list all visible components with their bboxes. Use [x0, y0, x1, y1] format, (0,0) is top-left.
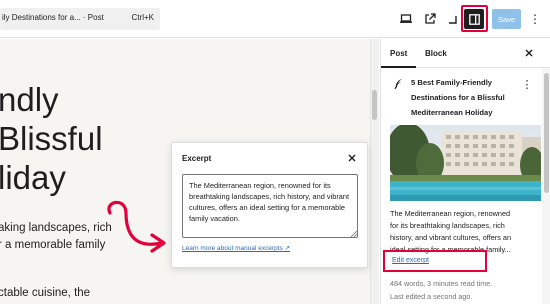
document-bar[interactable]: ily Destinations for a... · Post Ctrl+K	[0, 8, 160, 30]
excerpt-preview-line: history, and vibrant cultures, offers an	[390, 233, 512, 242]
edit-excerpt-link[interactable]: Edit excerpt	[392, 257, 429, 264]
post-heading-line: liday	[0, 159, 66, 196]
fullscreen-icon[interactable]	[442, 9, 462, 29]
excerpt-preview-line: The Mediterranean region, renowned	[390, 209, 511, 218]
popover-title: Excerpt	[182, 154, 212, 163]
settings-highlight-box	[461, 5, 488, 32]
excerpt-popover: Excerpt The Mediterranean region, renown…	[171, 142, 368, 268]
post-body-line: aking landscapes, rich	[0, 222, 112, 234]
tab-post[interactable]: Post	[390, 49, 407, 58]
more-vertical-icon[interactable]: ⋮	[527, 9, 543, 29]
close-icon[interactable]	[522, 46, 536, 60]
close-icon[interactable]	[345, 151, 359, 165]
post-title-line: Mediterranean Holiday	[411, 108, 493, 117]
post-pen-icon	[394, 79, 402, 90]
featured-image[interactable]	[390, 125, 541, 201]
edit-excerpt-highlight-box: Edit excerpt	[383, 250, 487, 272]
learn-more-link[interactable]: Learn more about manual excerpts ↗	[182, 244, 290, 252]
excerpt-preview-line: for its breathtaking landscapes, rich	[390, 221, 505, 230]
editor-scroll-thumb[interactable]	[372, 90, 377, 120]
resize-handle-icon[interactable]	[351, 231, 357, 237]
save-button[interactable]: Save	[492, 9, 521, 29]
post-body-line: ctable cuisine, the	[0, 287, 91, 299]
post-title-line: Destinations for a Blissful	[411, 93, 505, 102]
post-actions-more-icon[interactable]: ⋮	[522, 77, 533, 91]
command-shortcut: Ctrl+K	[131, 13, 154, 22]
excerpt-textarea[interactable]: The Mediterranean region, renowned for i…	[182, 174, 358, 238]
active-tab-indicator	[381, 66, 416, 68]
external-link-icon[interactable]	[420, 9, 440, 29]
red-arrow-annotation	[107, 200, 166, 253]
editor-top-bar: ily Destinations for a... · Post Ctrl+K …	[0, 0, 550, 38]
desktop-preview-icon[interactable]	[396, 9, 416, 29]
word-count: 484 words, 3 minutes read time.	[390, 279, 493, 288]
last-edited: Last edited a second ago.	[390, 292, 473, 301]
tab-block[interactable]: Block	[425, 49, 447, 58]
post-heading-line: ndly	[0, 81, 59, 118]
post-title-line: 5 Best Family-Friendly	[411, 78, 493, 87]
sidebar-tabs: Post Block	[381, 39, 550, 68]
settings-sidebar: Post Block 5 Best Family-Friendly Destin…	[380, 39, 550, 304]
document-title: ily Destinations for a... · Post	[2, 13, 104, 22]
post-body-line: r a memorable family	[0, 239, 106, 251]
sidebar-scroll-thumb[interactable]	[544, 73, 549, 193]
editor-scrollbar[interactable]	[370, 39, 379, 304]
post-heading-line: Blissful	[0, 120, 103, 157]
